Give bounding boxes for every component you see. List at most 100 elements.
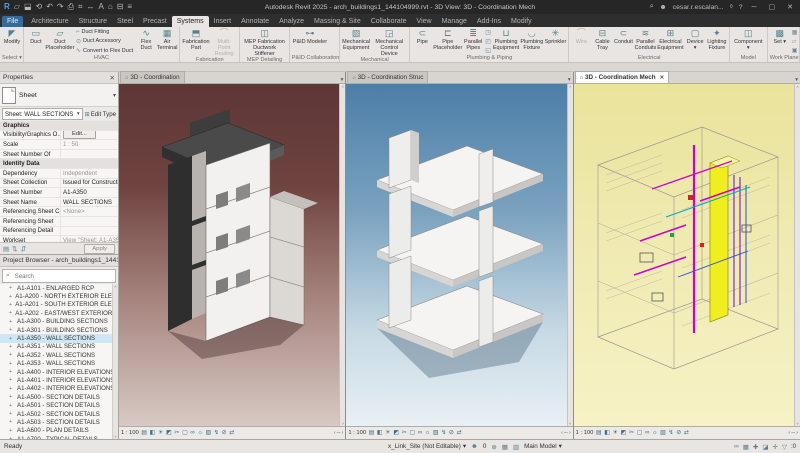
editable-worksets-icon[interactable]: ☻: [471, 443, 478, 450]
expand-icon[interactable]: +: [9, 386, 14, 392]
collaborate-globe-icon[interactable]: ⊕: [491, 443, 496, 451]
chevron-down-icon[interactable]: ▾: [113, 92, 116, 99]
sheet-item-a1-a600[interactable]: + A1-A600 - PLAN DETAILS: [0, 427, 118, 435]
ribbon-tab-structure[interactable]: Structure: [74, 16, 112, 27]
hide-analytical-model-icon[interactable]: ↯: [669, 428, 674, 438]
ribbon-group-label[interactable]: Plumbing & Piping: [410, 55, 568, 62]
worksharing-display-icon[interactable]: ⇄: [229, 428, 234, 438]
hscroll-right-icon[interactable]: ›: [796, 430, 798, 436]
type-selector[interactable]: Sheet ▾: [0, 84, 118, 107]
scroll-down-icon[interactable]: ˅: [342, 421, 344, 426]
ribbon-button-parallel-conduits[interactable]: ≋ Parallel Conduits: [634, 28, 657, 55]
property-value[interactable]: [60, 226, 118, 236]
signed-in-user[interactable]: cesar.r.escalan...: [673, 4, 724, 11]
sheet-item-a1-a402[interactable]: + A1-A402 - INTERIOR ELEVATIONS: [0, 385, 118, 393]
expand-icon[interactable]: +: [9, 394, 14, 400]
visual-style-icon[interactable]: ◧: [604, 428, 610, 438]
show-crop-region-icon[interactable]: ▢: [409, 428, 415, 438]
property-value[interactable]: <None>: [60, 207, 118, 216]
hide-analytical-model-icon[interactable]: ↯: [441, 428, 446, 438]
sort-ascending-icon[interactable]: ⇅: [12, 245, 17, 253]
app-logo-icon[interactable]: R: [4, 0, 10, 14]
vertical-scrollbar[interactable]: ˄ ˅: [793, 84, 800, 426]
detail-level-icon[interactable]: ▤: [141, 428, 147, 438]
aligned-dimension-icon[interactable]: ↔: [87, 0, 95, 14]
crop-view-icon[interactable]: ✂: [174, 428, 179, 438]
ribbon-group-label[interactable]: MEP Detailing: [240, 57, 288, 62]
ribbon-small-tool-icon[interactable]: ◱: [485, 47, 491, 54]
shadows-icon[interactable]: ◩: [166, 428, 172, 438]
ribbon-small-tool-icon[interactable]: ▦: [792, 29, 798, 36]
sheet-item-a1-a352[interactable]: + A1-A352 - WALL SECTIONS: [0, 351, 118, 359]
sheet-item-a1-a501[interactable]: + A1-A501 - SECTION DETAILS: [0, 401, 118, 409]
property-value[interactable]: [60, 216, 118, 226]
scale-button[interactable]: 1 : 100: [348, 430, 366, 436]
expand-icon[interactable]: +: [9, 336, 14, 342]
ribbon-tab-view[interactable]: View: [412, 16, 437, 27]
ribbon-button-convert-to-flex-duct[interactable]: ∿ Convert to Flex Duct: [76, 47, 133, 55]
expand-icon[interactable]: +: [9, 285, 14, 291]
ribbon-tab-insert[interactable]: Insert: [209, 16, 237, 27]
help-icon[interactable]: ?: [739, 4, 743, 11]
horizontal-scrollbar[interactable]: ‹ ─ ›: [334, 430, 344, 436]
select-links-icon[interactable]: ∞: [734, 443, 739, 450]
sheet-item-a1-a502[interactable]: + A1-A502 - SECTION DETAILS: [0, 410, 118, 418]
ribbon-button-fabrication-part[interactable]: ⬒ Fabrication Part: [182, 28, 210, 57]
expand-icon[interactable]: +: [9, 310, 12, 316]
expand-icon[interactable]: +: [9, 319, 14, 325]
sheet-item-a1-a301[interactable]: + A1-A301 - BUILDING SECTIONS: [0, 326, 118, 334]
temporary-hide-isolate-icon[interactable]: ∞: [190, 428, 194, 438]
scroll-down-icon[interactable]: ˅: [569, 421, 571, 426]
sheet-item-a1-a503[interactable]: + A1-A503 - SECTION DETAILS: [0, 418, 118, 426]
close-view-icon[interactable]: ✕: [660, 75, 665, 81]
hscroll-thumb[interactable]: ─: [337, 430, 341, 436]
default-3d-view-icon[interactable]: ⌂: [108, 0, 113, 14]
hscroll-thumb[interactable]: ─: [564, 430, 568, 436]
hide-analytical-model-icon[interactable]: ↯: [214, 428, 219, 438]
view-tab-3d-coordination-mech[interactable]: ⌂ 3D - Coordination Mech ✕: [574, 71, 670, 83]
ribbon-button-mechanical-control-device[interactable]: ◲ Mechanical Control Device: [371, 28, 407, 57]
open-icon[interactable]: ▱: [14, 0, 20, 14]
sort-groups-icon[interactable]: ⇵: [21, 245, 26, 253]
ribbon-tab-analyze[interactable]: Analyze: [274, 16, 309, 27]
vertical-scrollbar[interactable]: ˄ ˅: [339, 84, 346, 426]
scroll-up-icon[interactable]: ˄: [342, 84, 344, 89]
save-icon[interactable]: ⬓: [24, 0, 32, 14]
vertical-scrollbar[interactable]: ˄ ˅: [112, 284, 118, 439]
hscroll-left-icon[interactable]: ‹: [788, 430, 790, 436]
sheet-item-a1-a101[interactable]: + A1-A101 - ENLARGED RCP: [0, 284, 118, 292]
ribbon-tab-modify[interactable]: Modify: [506, 16, 537, 27]
scroll-up-icon[interactable]: ˄: [114, 284, 116, 289]
chevron-down-icon[interactable]: ▾: [339, 77, 346, 83]
ribbon-button-parallel-pipes[interactable]: ≣ Parallel Pipes: [463, 28, 483, 55]
close-properties-icon[interactable]: ✕: [108, 74, 115, 82]
ribbon-group-label[interactable]: Select ▾: [0, 55, 23, 62]
ribbon-tab-collaborate[interactable]: Collaborate: [366, 16, 412, 27]
temporary-view-properties-icon[interactable]: ▧: [206, 428, 212, 438]
expand-icon[interactable]: +: [9, 352, 14, 358]
temporary-hide-isolate-icon[interactable]: ∞: [645, 428, 649, 438]
ribbon-button-pipe-placeholder[interactable]: ⊏ Pipe Placeholder: [433, 28, 462, 55]
worksharing-display-icon[interactable]: ⇄: [457, 428, 462, 438]
app-store-icon[interactable]: ⬨: [730, 3, 733, 11]
minimize-button[interactable]: ─: [749, 4, 760, 11]
expand-icon[interactable]: +: [9, 411, 14, 417]
sheet-item-a1-a500[interactable]: + A1-A500 - SECTION DETAILS: [0, 393, 118, 401]
sun-path-icon[interactable]: ☀: [613, 428, 619, 438]
design-options-grid-icon[interactable]: ▥: [513, 443, 519, 451]
horizontal-scrollbar[interactable]: ‹ ─ ›: [788, 430, 798, 436]
ribbon-button-mechanical-equipment[interactable]: ▧ Mechanical Equipment: [342, 28, 370, 57]
thin-lines-icon[interactable]: ≡: [127, 0, 132, 14]
property-value[interactable]: Issued for Construction: [60, 178, 118, 188]
select-by-face-icon[interactable]: ◪: [762, 443, 768, 451]
expand-icon[interactable]: +: [9, 344, 14, 350]
sheet-item-a1-a202[interactable]: +A1-A202 - EAST/WEST EXTERIOR ELEVAT...: [0, 309, 118, 317]
scale-button[interactable]: 1 : 100: [576, 430, 594, 436]
ribbon-tab-massing-site[interactable]: Massing & Site: [309, 16, 366, 27]
expand-icon[interactable]: +: [9, 428, 14, 434]
section-icon[interactable]: ⊟: [117, 0, 124, 14]
print-icon[interactable]: ⎙: [68, 0, 74, 14]
ribbon-button-set[interactable]: ▩ Set ▾: [770, 28, 790, 55]
property-value[interactable]: Independent: [60, 168, 118, 178]
view-tab-3d-coordination[interactable]: ⌂ 3D - Coordination: [120, 71, 185, 83]
